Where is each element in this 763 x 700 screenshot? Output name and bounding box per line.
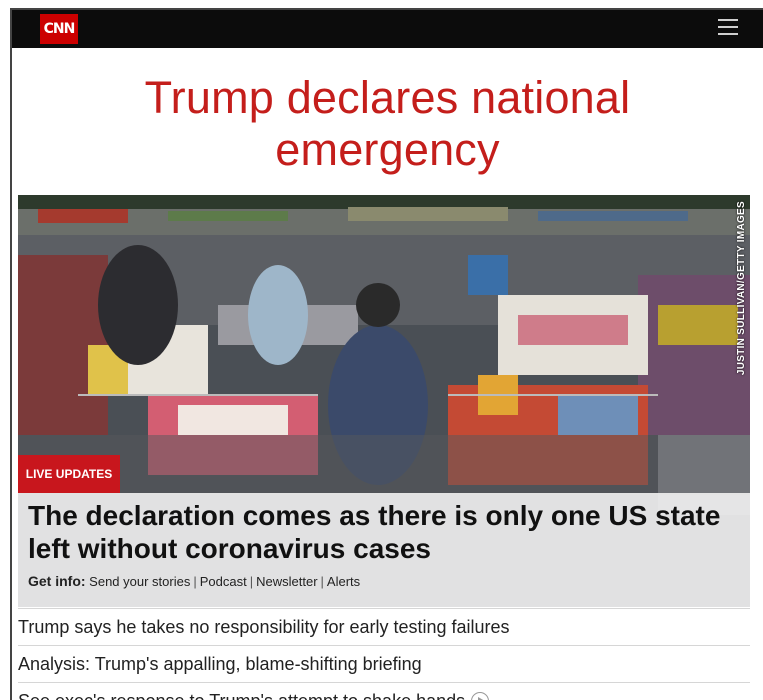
related-stories-list: Trump says he takes no responsibility fo… xyxy=(18,608,750,700)
story-text: Analysis: Trump's appalling, blame-shift… xyxy=(18,653,422,674)
menu-line xyxy=(718,33,738,35)
live-updates-badge[interactable]: LIVE UPDATES xyxy=(18,455,120,493)
hamburger-menu-icon[interactable] xyxy=(718,19,738,37)
separator: | xyxy=(193,574,197,589)
link-send-stories[interactable]: Send your stories xyxy=(89,574,190,589)
get-info-label: Get info: xyxy=(28,573,86,589)
story-link[interactable]: Trump says he takes no responsibility fo… xyxy=(18,608,750,645)
page-frame: CNN Trump declares national emergency JU… xyxy=(10,8,763,700)
main-headline[interactable]: Trump declares national emergency xyxy=(12,72,763,176)
headline-line-2[interactable]: emergency xyxy=(275,124,499,175)
link-podcast[interactable]: Podcast xyxy=(200,574,247,589)
separator: | xyxy=(249,574,254,589)
hero-story[interactable]: JUSTIN SULLIVAN/GETTY IMAGES LIVE UPDATE… xyxy=(18,195,750,607)
headline-line-1[interactable]: Trump declares national xyxy=(145,72,631,123)
hero-caption: The declaration comes as there is only o… xyxy=(18,493,750,607)
menu-line xyxy=(718,19,738,21)
story-link[interactable]: Analysis: Trump's appalling, blame-shift… xyxy=(18,645,750,682)
menu-line xyxy=(718,26,738,28)
video-play-icon xyxy=(471,692,490,700)
link-alerts[interactable]: Alerts xyxy=(327,574,360,589)
story-text: Trump says he takes no responsibility fo… xyxy=(18,616,510,637)
get-info-row: Get info: Send your stories | Podcast | News… xyxy=(28,573,740,589)
link-newsletter[interactable]: Newsletter xyxy=(256,574,317,589)
hero-title[interactable]: The declaration comes as there is only o… xyxy=(28,499,740,565)
separator: | xyxy=(320,574,324,589)
cnn-logo[interactable]: CNN xyxy=(40,14,78,44)
story-link[interactable]: See exec's response to Trump's attempt t… xyxy=(18,682,750,700)
photo-credit: JUSTIN SULLIVAN/GETTY IMAGES xyxy=(736,201,747,376)
story-text: See exec's response to Trump's attempt t… xyxy=(18,691,465,700)
top-nav-bar: CNN xyxy=(12,10,763,48)
